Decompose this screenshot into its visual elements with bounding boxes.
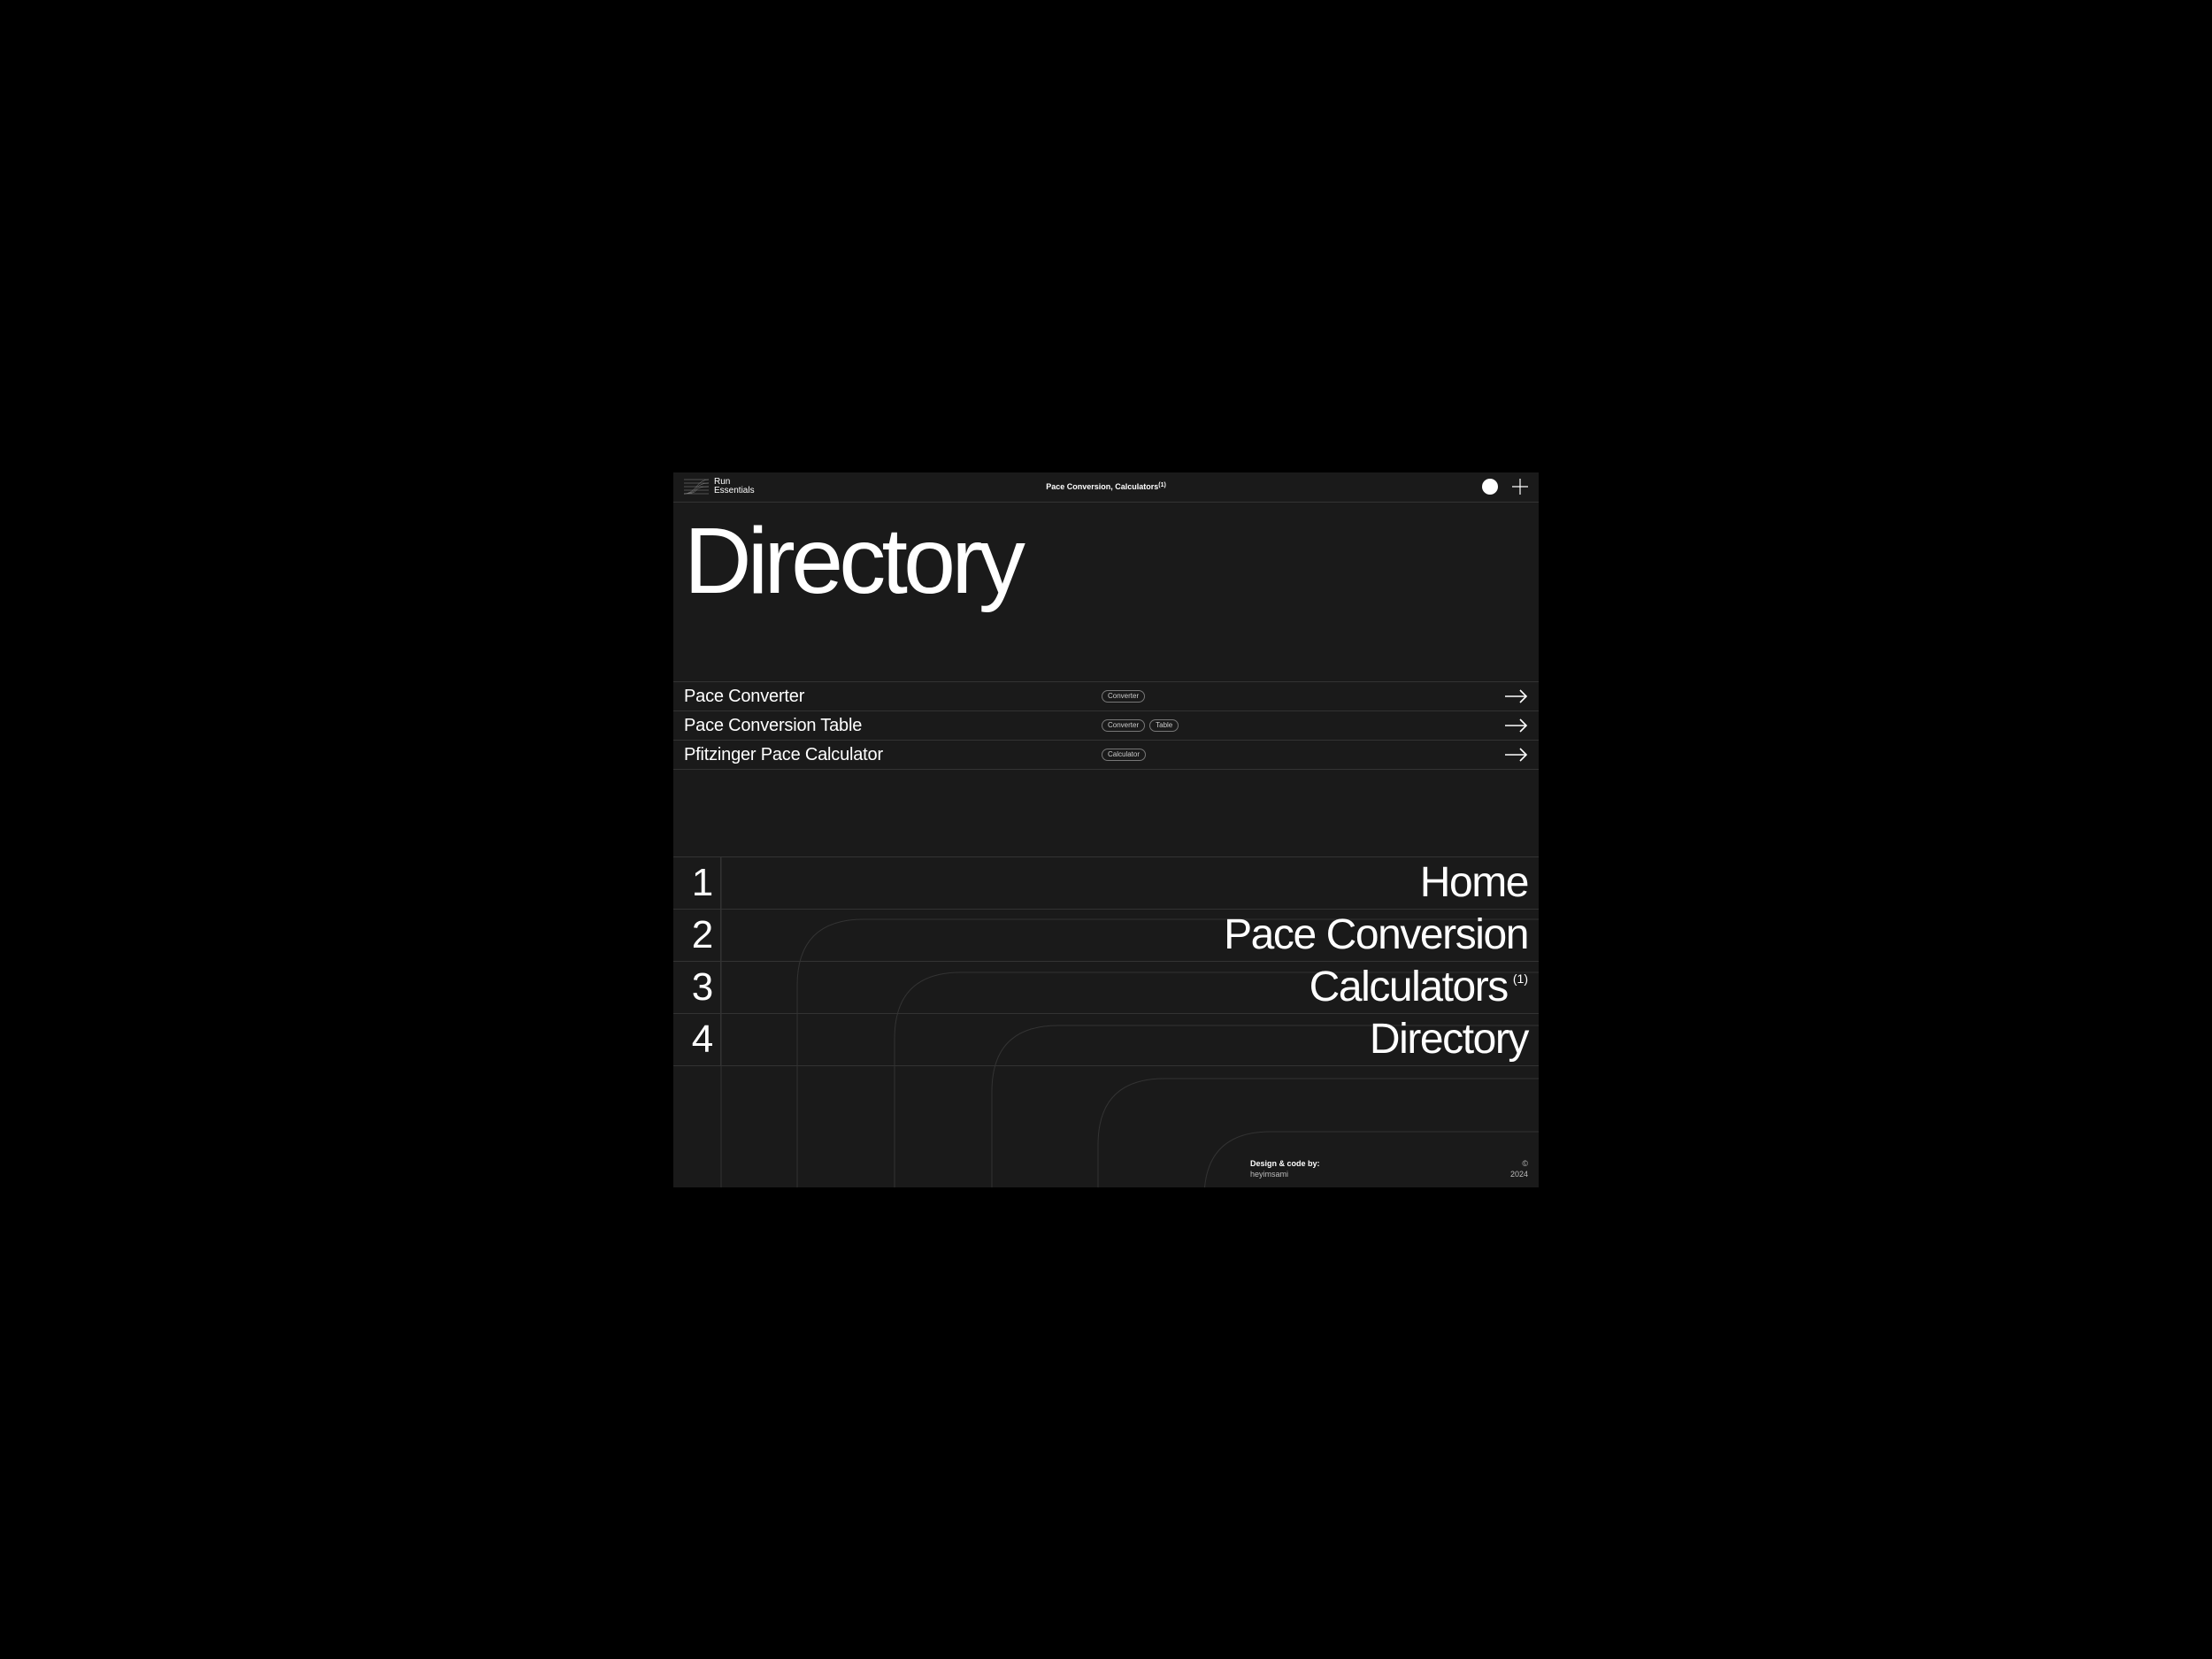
breadcrumb-sup: (1): [1158, 482, 1166, 488]
directory-row-name: Pace Converter: [684, 687, 1091, 707]
arrow-right-icon: [1505, 718, 1528, 733]
footer-author[interactable]: heyimsami: [1250, 1170, 1320, 1179]
header: Run Essentials Pace Conversion, Calculat…: [673, 472, 1539, 503]
breadcrumb: Pace Conversion, Calculators(1): [1046, 482, 1166, 491]
directory-row[interactable]: Pace Conversion Table Converter Table: [673, 711, 1539, 741]
nav-item-pace-conversion[interactable]: 2 Pace Conversion: [673, 910, 1539, 962]
tag-pill: Converter: [1102, 719, 1145, 733]
nav-num: 2: [684, 910, 721, 961]
nav-label-wrap: Pace Conversion: [1224, 914, 1528, 956]
footer: Design & code by: heyimsami © 2024: [673, 1159, 1539, 1179]
nav-label-wrap: Calculators (1): [1310, 966, 1528, 1009]
footer-copyright: ©: [1510, 1159, 1528, 1168]
main-nav: 1 Home 2 Pace Conversion 3 Calculators (…: [673, 856, 1539, 1066]
directory-row-name: Pace Conversion Table: [684, 716, 1091, 736]
logo[interactable]: Run Essentials: [684, 478, 755, 495]
theme-toggle-icon[interactable]: [1482, 479, 1498, 495]
nav-num: 4: [684, 1014, 721, 1065]
logo-text: Run Essentials: [714, 478, 755, 495]
nav-label: Directory: [1370, 1018, 1528, 1061]
tag-pill: Converter: [1102, 690, 1145, 703]
nav-item-directory[interactable]: 4 Directory: [673, 1014, 1539, 1066]
page-title: Directory: [684, 517, 1528, 606]
app-frame: Run Essentials Pace Conversion, Calculat…: [673, 472, 1539, 1187]
arrow-right-icon: [1505, 748, 1528, 762]
footer-credit: Design & code by: heyimsami: [1250, 1159, 1320, 1179]
nav-label-wrap: Home: [1420, 862, 1528, 904]
nav-label-wrap: Directory: [1370, 1018, 1528, 1061]
menu-plus-icon[interactable]: [1512, 479, 1528, 495]
nav-item-home[interactable]: 1 Home: [673, 857, 1539, 910]
nav-num: 3: [684, 962, 721, 1013]
footer-year: 2024: [1510, 1170, 1528, 1179]
nav-num: 1: [684, 857, 721, 909]
tag-pill: Calculator: [1102, 749, 1146, 762]
breadcrumb-label: Pace Conversion, Calculators: [1046, 482, 1158, 491]
tag-pill: Table: [1149, 719, 1179, 733]
nav-sup: (1): [1513, 972, 1528, 986]
footer-by-label: Design & code by:: [1250, 1159, 1320, 1168]
directory-row-tags: Converter Table: [1102, 719, 1494, 733]
footer-right: © 2024: [1510, 1159, 1528, 1179]
nav-item-calculators[interactable]: 3 Calculators (1): [673, 962, 1539, 1014]
header-actions: [1482, 479, 1528, 495]
nav-label: Calculators: [1310, 966, 1508, 1009]
nav-label: Pace Conversion: [1224, 914, 1528, 956]
directory-row[interactable]: Pace Converter Converter: [673, 682, 1539, 711]
directory-row-tags: Converter: [1102, 690, 1494, 703]
nav-label: Home: [1420, 862, 1528, 904]
logo-mark-icon: [684, 479, 709, 495]
directory-row-tags: Calculator: [1102, 749, 1494, 762]
directory-list: Pace Converter Converter Pace Conversion…: [673, 681, 1539, 770]
directory-row-name: Pfitzinger Pace Calculator: [684, 745, 1091, 765]
hero: Directory: [673, 503, 1539, 606]
logo-line2: Essentials: [714, 487, 755, 495]
directory-row[interactable]: Pfitzinger Pace Calculator Calculator: [673, 741, 1539, 770]
arrow-right-icon: [1505, 689, 1528, 703]
